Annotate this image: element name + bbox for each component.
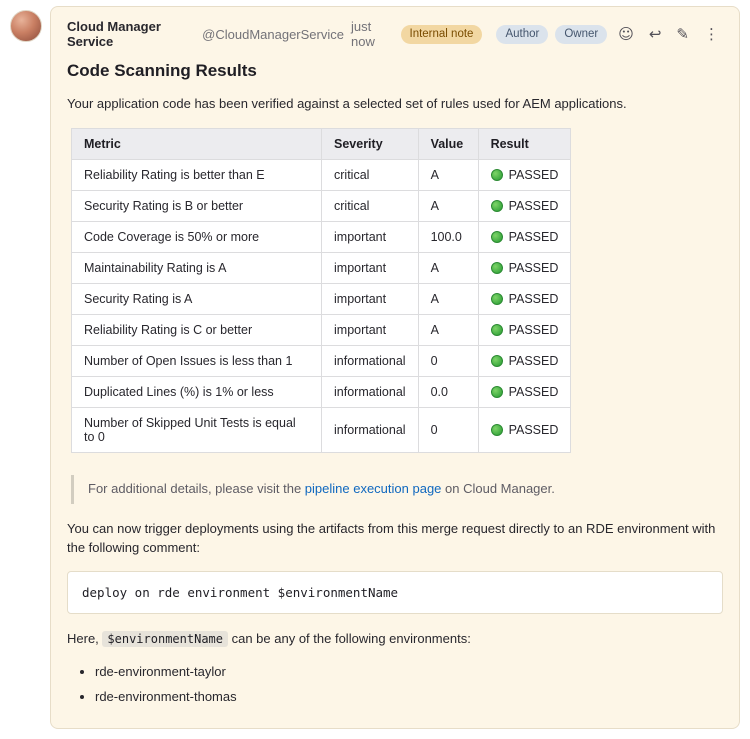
table-row: Duplicated Lines (%) is 1% or less infor…: [72, 376, 571, 407]
note-header: Cloud Manager Service @CloudManagerServi…: [67, 19, 723, 49]
value-cell: A: [418, 314, 478, 345]
table-row: Number of Open Issues is less than 1 inf…: [72, 345, 571, 376]
result-cell: PASSED: [478, 252, 571, 283]
result-label: PASSED: [509, 423, 559, 437]
metric-cell: Code Coverage is 50% or more: [72, 221, 322, 252]
passed-status-icon: [491, 355, 503, 367]
metric-cell: Number of Open Issues is less than 1: [72, 345, 322, 376]
quote-prefix: For additional details, please visit the: [88, 481, 305, 496]
result-cell: PASSED: [478, 190, 571, 221]
passed-status-icon: [491, 324, 503, 336]
severity-cell: important: [322, 221, 419, 252]
severity-cell: important: [322, 283, 419, 314]
result-label: PASSED: [509, 261, 559, 275]
result-label: PASSED: [509, 323, 559, 337]
intro-text: Your application code has been verified …: [67, 95, 723, 114]
avatar[interactable]: [10, 10, 42, 42]
more-options-icon[interactable]: ⋮: [700, 25, 723, 44]
page-title: Code Scanning Results: [67, 61, 723, 81]
table-row: Number of Skipped Unit Tests is equal to…: [72, 407, 571, 452]
value-cell: 0.0: [418, 376, 478, 407]
passed-status-icon: [491, 262, 503, 274]
metric-cell: Duplicated Lines (%) is 1% or less: [72, 376, 322, 407]
value-cell: A: [418, 190, 478, 221]
metric-cell: Reliability Rating is C or better: [72, 314, 322, 345]
result-cell: PASSED: [478, 314, 571, 345]
table-row: Security Rating is A important A PASSED: [72, 283, 571, 314]
result-cell: PASSED: [478, 283, 571, 314]
author-name[interactable]: Cloud Manager Service: [67, 19, 195, 49]
table-header-row: Metric Severity Value Result: [72, 128, 571, 159]
reply-icon[interactable]: ↩: [645, 25, 666, 44]
value-cell: 0: [418, 345, 478, 376]
value-cell: A: [418, 159, 478, 190]
table-row: Code Coverage is 50% or more important 1…: [72, 221, 571, 252]
result-cell: PASSED: [478, 159, 571, 190]
result-label: PASSED: [509, 385, 559, 399]
header-severity: Severity: [322, 128, 419, 159]
timestamp[interactable]: just now: [351, 19, 394, 49]
metric-cell: Reliability Rating is better than E: [72, 159, 322, 190]
owner-badge: Owner: [555, 25, 607, 44]
list-item: rde-environment-taylor: [95, 663, 723, 681]
header-metric: Metric: [72, 128, 322, 159]
result-label: PASSED: [509, 354, 559, 368]
passed-status-icon: [491, 386, 503, 398]
result-label: PASSED: [509, 292, 559, 306]
passed-status-icon: [491, 169, 503, 181]
severity-cell: important: [322, 314, 419, 345]
metric-cell: Security Rating is B or better: [72, 190, 322, 221]
code-scanning-results-table: Metric Severity Value Result Reliability…: [71, 128, 571, 453]
passed-status-icon: [491, 231, 503, 243]
severity-cell: informational: [322, 376, 419, 407]
table-row: Reliability Rating is better than E crit…: [72, 159, 571, 190]
result-cell: PASSED: [478, 376, 571, 407]
header-value: Value: [418, 128, 478, 159]
edit-icon[interactable]: ✎: [672, 25, 693, 44]
passed-status-icon: [491, 200, 503, 212]
value-cell: A: [418, 283, 478, 314]
result-label: PASSED: [509, 168, 559, 182]
metric-cell: Security Rating is A: [72, 283, 322, 314]
quote-suffix: on Cloud Manager.: [441, 481, 554, 496]
deploy-instructions-text: You can now trigger deployments using th…: [67, 520, 723, 558]
severity-cell: important: [322, 252, 419, 283]
result-cell: PASSED: [478, 345, 571, 376]
deploy-command-code-block: deploy on rde environment $environmentNa…: [67, 571, 723, 614]
metric-cell: Number of Skipped Unit Tests is equal to…: [72, 407, 322, 452]
pipeline-execution-page-link[interactable]: pipeline execution page: [305, 481, 442, 496]
add-reaction-icon[interactable]: ☺: [614, 25, 638, 44]
env-line-prefix: Here,: [67, 631, 102, 646]
header-result: Result: [478, 128, 571, 159]
severity-cell: informational: [322, 345, 419, 376]
value-cell: A: [418, 252, 478, 283]
severity-cell: critical: [322, 190, 419, 221]
value-cell: 100.0: [418, 221, 478, 252]
env-line-suffix: can be any of the following environments…: [228, 631, 471, 646]
severity-cell: critical: [322, 159, 419, 190]
result-cell: PASSED: [478, 407, 571, 452]
metric-cell: Maintainability Rating is A: [72, 252, 322, 283]
table-row: Maintainability Rating is A important A …: [72, 252, 571, 283]
environment-list: rde-environment-taylor rde-environment-t…: [67, 663, 723, 706]
list-item: rde-environment-thomas: [95, 688, 723, 706]
internal-note-card: Cloud Manager Service @CloudManagerServi…: [50, 6, 740, 729]
environment-name-text: Here, $environmentName can be any of the…: [67, 630, 723, 649]
internal-note-badge: Internal note: [401, 25, 483, 44]
table-row: Reliability Rating is C or better import…: [72, 314, 571, 345]
severity-cell: informational: [322, 407, 419, 452]
environment-name-inline-code: $environmentName: [102, 631, 228, 647]
result-label: PASSED: [509, 230, 559, 244]
value-cell: 0: [418, 407, 478, 452]
page: Cloud Manager Service @CloudManagerServi…: [0, 0, 750, 739]
passed-status-icon: [491, 293, 503, 305]
additional-details-quote: For additional details, please visit the…: [71, 475, 723, 504]
passed-status-icon: [491, 424, 503, 436]
result-label: PASSED: [509, 199, 559, 213]
author-badge: Author: [496, 25, 548, 44]
result-cell: PASSED: [478, 221, 571, 252]
note-row: Cloud Manager Service @CloudManagerServi…: [10, 6, 740, 729]
table-row: Security Rating is B or better critical …: [72, 190, 571, 221]
author-username[interactable]: @CloudManagerService: [202, 27, 344, 42]
